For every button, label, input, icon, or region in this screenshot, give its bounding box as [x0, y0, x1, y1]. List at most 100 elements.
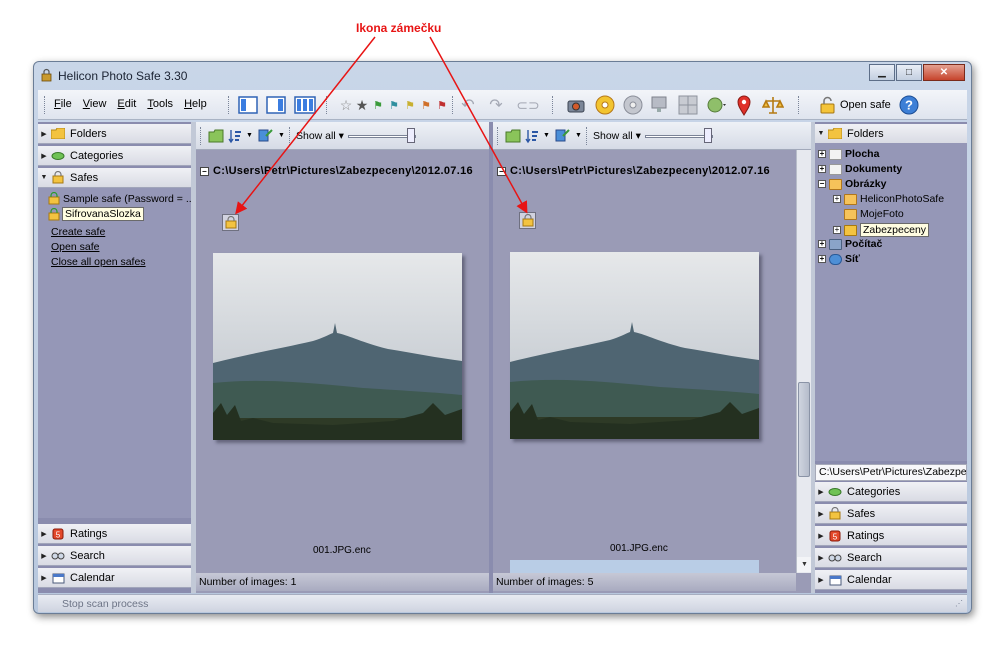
menu-tools[interactable]: Tools — [147, 98, 173, 110]
photo-thumbnail[interactable] — [213, 253, 462, 440]
flag-red-icon[interactable]: ⚑ — [432, 95, 452, 115]
minimize-button[interactable]: ▁ — [869, 64, 895, 81]
photo-thumbnail[interactable] — [510, 252, 759, 439]
toolbar-grip[interactable] — [798, 96, 801, 114]
tree-node-network[interactable]: + Síť — [818, 253, 860, 265]
monitor-icon[interactable] — [650, 95, 668, 115]
globe-dropdown-icon[interactable] — [706, 95, 728, 115]
right-calendar-header[interactable]: ▶ Calendar — [815, 570, 967, 590]
layout-left-pane-icon[interactable] — [238, 96, 258, 114]
calendar-icon — [827, 573, 843, 587]
right-safes-header[interactable]: ▶ Safes — [815, 504, 967, 524]
safe-item-selected[interactable]: SifrovanaSlozka — [48, 207, 144, 221]
dropdown-arrow-icon[interactable]: ▼ — [575, 132, 582, 139]
zoom-slider[interactable] — [645, 135, 713, 138]
zoom-slider[interactable] — [348, 135, 416, 138]
expand-icon[interactable]: + — [833, 226, 841, 234]
link-icon[interactable]: ⊂⊃ — [516, 95, 539, 115]
menu-view[interactable]: View — [83, 98, 107, 110]
open-safe-button[interactable]: Open safe ? — [820, 95, 919, 115]
viewer-scrollbar[interactable]: ▼ — [796, 150, 812, 573]
scrollbar-thumb[interactable] — [798, 382, 810, 477]
sort-icon[interactable] — [525, 128, 539, 144]
tree-node-zabezpeceny[interactable]: + Zabezpeceny — [833, 223, 930, 237]
toolbar-grip[interactable] — [586, 127, 589, 145]
redo-icon[interactable]: ↷ — [486, 95, 506, 115]
expand-icon[interactable]: + — [818, 255, 826, 263]
dropdown-arrow-icon[interactable]: ▼ — [278, 132, 285, 139]
collapse-icon[interactable]: − — [497, 166, 506, 176]
main-toolbar: File View Edit Tools Help ☆ ★ ⚑ ⚑ ⚑ ⚑ ⚑ … — [38, 90, 967, 120]
scroll-down-icon[interactable]: ▼ — [797, 557, 812, 572]
toolbar-grip[interactable] — [44, 96, 47, 114]
folder-path-header[interactable]: − C:\Users\Petr\Pictures\Zabezpeceny\2012… — [497, 165, 770, 177]
left-safes-header[interactable]: ▼ Safes — [38, 168, 191, 188]
left-folders-header[interactable]: ▶ Folders — [38, 124, 191, 144]
next-photo-thumbnail[interactable] — [510, 560, 759, 573]
tree-node-mojefoto[interactable]: MojeFoto — [844, 208, 904, 220]
folder-go-icon[interactable] — [505, 128, 521, 144]
collapse-icon[interactable]: − — [818, 180, 826, 188]
current-path-field[interactable]: C:\Users\Petr\Pictures\Zabezpec — [815, 464, 967, 481]
help-icon[interactable]: ? — [899, 95, 919, 115]
disc-burn-icon[interactable] — [594, 94, 616, 116]
left-ratings-header[interactable]: ▶ 5 Ratings — [38, 524, 191, 544]
sort-icon[interactable] — [228, 128, 242, 144]
lock-overlay-icon[interactable] — [519, 212, 536, 229]
dropdown-arrow-icon[interactable]: ▼ — [246, 132, 253, 139]
toolbar-grip[interactable] — [497, 127, 500, 145]
undo-icon[interactable]: ↶ — [458, 95, 478, 115]
resize-grip-icon[interactable]: ⋰ — [955, 599, 963, 608]
menu-edit[interactable]: Edit — [117, 98, 136, 110]
zoom-slider-thumb[interactable] — [704, 128, 712, 143]
camera-icon[interactable] — [566, 96, 586, 114]
right-ratings-header[interactable]: ▶ 5 Ratings — [815, 526, 967, 546]
toolbar-grip[interactable] — [452, 96, 455, 114]
toolbar-grip[interactable] — [200, 127, 203, 145]
expand-icon[interactable]: + — [818, 240, 826, 248]
scales-icon[interactable] — [762, 94, 784, 116]
toolbar-grip[interactable] — [326, 96, 329, 114]
right-search-header[interactable]: ▶ Search — [815, 548, 967, 568]
left-calendar-header[interactable]: ▶ Calendar — [38, 568, 191, 588]
toolbar-grip[interactable] — [289, 127, 292, 145]
folder-go-icon[interactable] — [208, 128, 224, 144]
dropdown-arrow-icon[interactable]: ▼ — [543, 132, 550, 139]
tree-node-computer[interactable]: + Počítač — [818, 238, 882, 250]
expand-icon[interactable]: + — [818, 150, 826, 158]
filter-icon[interactable] — [555, 128, 571, 144]
maximize-button[interactable]: □ — [896, 64, 922, 81]
safe-item[interactable]: Sample safe (Password = ... — [48, 192, 195, 205]
right-categories-header[interactable]: ▶ Categories — [815, 482, 967, 502]
left-categories-header[interactable]: ▶ Categories — [38, 146, 191, 166]
zoom-slider-thumb[interactable] — [407, 128, 415, 143]
menu-help[interactable]: Help — [184, 98, 207, 110]
toolbar-grip[interactable] — [552, 96, 555, 114]
disc-icon[interactable] — [622, 94, 644, 116]
lock-overlay-icon[interactable] — [222, 214, 239, 231]
close-button[interactable]: ✕ — [923, 64, 965, 81]
menu-file[interactable]: File — [54, 98, 72, 110]
layout-right-pane-icon[interactable] — [266, 96, 286, 114]
layout-columns-icon[interactable] — [294, 96, 316, 114]
tree-node-documents[interactable]: + Dokumenty — [818, 163, 902, 175]
expand-icon[interactable]: + — [818, 165, 826, 173]
map-pin-icon[interactable] — [736, 94, 752, 116]
tree-node-desktop[interactable]: + Plocha — [818, 148, 879, 160]
close-all-safes-link[interactable]: Close all open safes — [51, 256, 146, 268]
expand-icon[interactable]: + — [833, 195, 841, 203]
create-safe-link[interactable]: Create safe — [51, 226, 105, 238]
right-folders-header[interactable]: ▼ Folders — [815, 124, 967, 144]
show-all-dropdown[interactable]: Show all ▾ — [296, 130, 344, 142]
tree-node-heliconphotosafe[interactable]: + HeliconPhotoSafe — [833, 193, 944, 205]
filter-icon[interactable] — [258, 128, 274, 144]
mosaic-icon[interactable] — [678, 95, 698, 115]
toolbar-grip[interactable] — [228, 96, 231, 114]
collapse-icon[interactable]: − — [200, 166, 209, 176]
show-all-dropdown[interactable]: Show all ▾ — [593, 130, 641, 142]
open-safe-link[interactable]: Open safe — [51, 241, 99, 253]
folder-path-header[interactable]: − C:\Users\Petr\Pictures\Zabezpeceny\2012… — [200, 165, 473, 177]
left-search-header[interactable]: ▶ Search — [38, 546, 191, 566]
tree-node-pictures[interactable]: − Obrázky — [818, 178, 886, 190]
stop-scan-button[interactable]: Stop scan process — [62, 598, 148, 610]
